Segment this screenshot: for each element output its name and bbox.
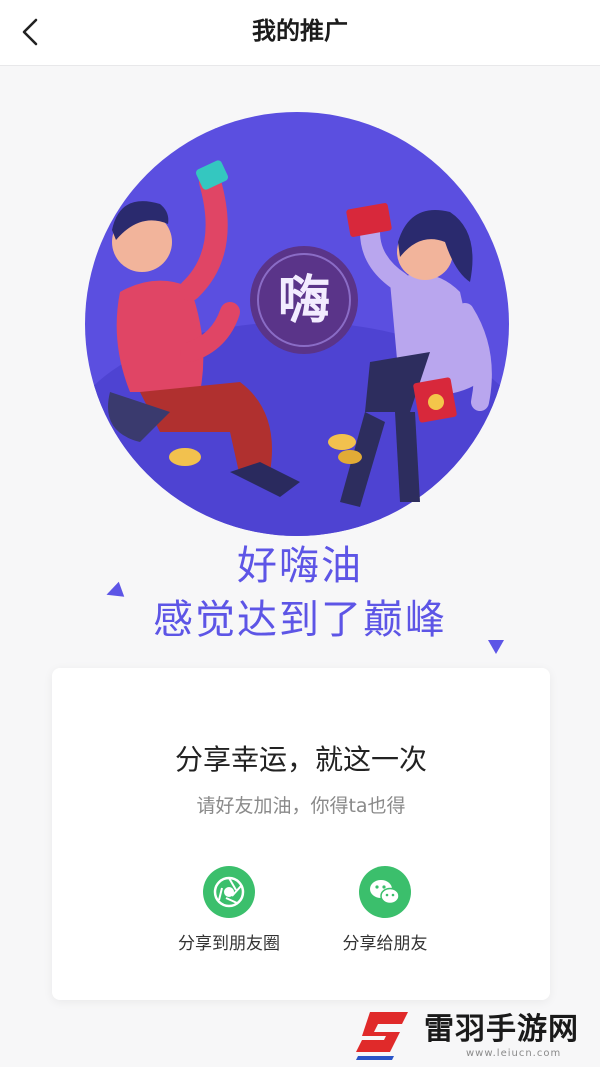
top-nav-bar: 我的推广 <box>0 0 600 66</box>
share-card: 分享幸运，就这一次 请好友加油，你得ta也得 分享到朋友圈 分享给朋友 <box>52 668 550 1000</box>
coin <box>328 434 356 450</box>
watermark-url: www.leiucn.com <box>466 1048 562 1059</box>
share-to-friend-label: 分享给朋友 <box>342 934 428 954</box>
watermark-logo: 雷羽手游网 www.leiucn.com <box>350 1006 600 1066</box>
page-title: 我的推广 <box>252 17 348 45</box>
slogan-line-2: 感觉达到了巅峰 <box>153 597 447 643</box>
coin <box>338 450 362 464</box>
slogan-line-1: 好嗨油 <box>237 543 363 589</box>
share-to-moments-button[interactable]: 分享到朋友圈 <box>164 866 294 956</box>
share-to-moments-label: 分享到朋友圈 <box>178 934 280 954</box>
moments-shutter-icon <box>203 866 255 918</box>
badge-glyph: 嗨 <box>278 271 330 331</box>
triangle-decoration-right <box>488 640 504 654</box>
hero-illustration: 嗨 <box>80 112 540 537</box>
coin <box>169 448 201 466</box>
brand-logo-icon <box>356 1012 408 1060</box>
wechat-icon <box>359 866 411 918</box>
watermark-brand: 雷羽手游网 <box>424 1012 579 1047</box>
share-card-title: 分享幸运，就这一次 <box>174 743 427 776</box>
share-card-subtitle: 请好友加油，你得ta也得 <box>196 795 406 817</box>
share-to-friend-button[interactable]: 分享给朋友 <box>320 866 450 956</box>
